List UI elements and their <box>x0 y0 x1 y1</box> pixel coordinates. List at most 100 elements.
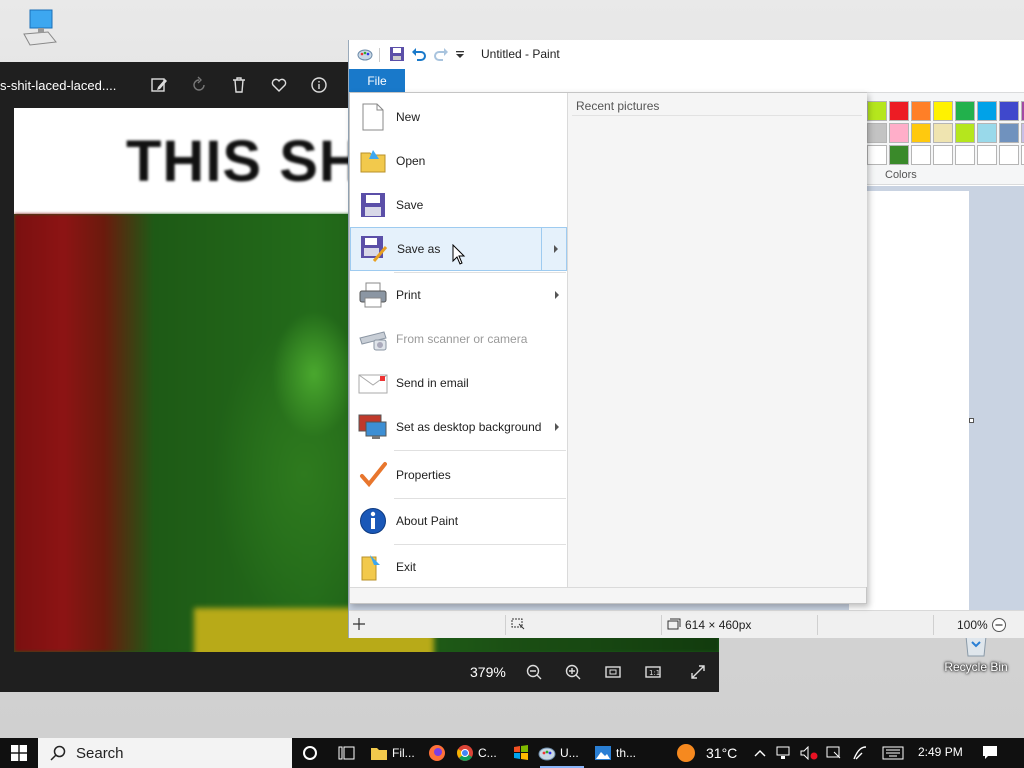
color-swatch[interactable] <box>955 101 975 121</box>
keyboard-icon[interactable] <box>882 738 906 768</box>
menu-item-new[interactable]: New <box>350 95 567 139</box>
color-swatch[interactable] <box>999 145 1019 165</box>
color-swatch[interactable] <box>977 101 997 121</box>
color-swatch[interactable] <box>867 145 887 165</box>
task-view-icon[interactable] <box>338 738 358 768</box>
color-swatch[interactable] <box>889 145 909 165</box>
taskbar-app-photos[interactable]: th... <box>594 738 644 768</box>
redo-icon[interactable] <box>433 46 449 62</box>
submenu-arrow-icon[interactable] <box>554 245 558 253</box>
network-icon[interactable] <box>776 738 794 768</box>
zoom-in-icon[interactable] <box>563 662 583 682</box>
taskbar-app-file-explorer[interactable]: Fil... <box>370 738 420 768</box>
info-icon[interactable] <box>308 74 330 96</box>
menu-item-print[interactable]: Print <box>350 273 567 317</box>
cursor-position-icon <box>353 618 365 633</box>
edit-icon[interactable] <box>148 74 170 96</box>
rotate-icon[interactable] <box>188 74 210 96</box>
taskbar-search[interactable]: Search <box>38 738 292 768</box>
customize-toolbar-icon[interactable] <box>455 49 471 65</box>
color-swatch[interactable] <box>911 123 931 143</box>
weather-temperature[interactable]: 31°C <box>706 745 737 761</box>
color-swatch[interactable] <box>933 101 953 121</box>
new-file-icon <box>358 102 388 132</box>
paint-app-icon[interactable] <box>357 46 373 62</box>
menu-item-save[interactable]: Save <box>350 183 567 227</box>
menu-item-from-scanner-or-camera: From scanner or camera <box>350 317 567 361</box>
taskbar-app-label: Fil... <box>392 746 415 760</box>
color-swatch[interactable] <box>999 123 1019 143</box>
menu-item-label: New <box>396 110 421 124</box>
weather-icon[interactable] <box>676 738 698 768</box>
zoom-out-icon[interactable] <box>524 662 544 682</box>
desktop-background-icon <box>358 412 388 442</box>
search-placeholder: Search <box>76 745 124 762</box>
color-swatch[interactable] <box>977 123 997 143</box>
screen-clip-icon[interactable] <box>826 738 844 768</box>
file-menu-commands: New Open Save Save as Print From scanner or c… <box>350 93 567 587</box>
color-palette <box>867 101 1024 165</box>
tab-file[interactable]: File <box>349 69 405 93</box>
submenu-arrow-icon[interactable] <box>555 291 559 299</box>
photos-icon <box>594 745 612 761</box>
clock[interactable]: 2:49 PM <box>918 745 963 759</box>
actual-size-icon[interactable]: 1:1 <box>643 662 663 682</box>
color-swatch[interactable] <box>933 145 953 165</box>
favorite-icon[interactable] <box>268 74 290 96</box>
menu-item-label: Exit <box>396 560 417 574</box>
delete-icon[interactable] <box>228 74 250 96</box>
notifications-icon[interactable] <box>982 738 1002 768</box>
taskbar-app-paint[interactable]: U... <box>538 738 586 768</box>
color-swatch[interactable] <box>889 101 909 121</box>
task-view-button[interactable] <box>302 738 322 768</box>
exit-icon <box>358 552 388 582</box>
zoom-level: 379% <box>470 664 506 680</box>
start-button[interactable] <box>0 738 38 768</box>
submenu-arrow-icon[interactable] <box>555 423 559 431</box>
mouse-cursor-icon <box>452 244 466 265</box>
taskbar-app-chrome[interactable]: C... <box>456 738 506 768</box>
color-swatch[interactable] <box>955 145 975 165</box>
fit-to-window-icon[interactable] <box>603 662 623 682</box>
menu-item-open[interactable]: Open <box>350 139 567 183</box>
taskbar-app-firefox[interactable] <box>428 738 450 768</box>
canvas-resize-handle[interactable] <box>969 418 974 423</box>
chrome-icon <box>456 744 474 762</box>
menu-item-label: Send in email <box>396 376 469 390</box>
color-swatch[interactable] <box>911 101 931 121</box>
taskbar-app-windows-store[interactable] <box>512 738 534 768</box>
file-explorer-icon <box>370 745 388 761</box>
color-swatch[interactable] <box>911 145 931 165</box>
recycle-bin[interactable]: Recycle Bin <box>936 636 1016 674</box>
pen-workspace-icon[interactable] <box>852 738 870 768</box>
color-swatch[interactable] <box>999 101 1019 121</box>
menu-item-label: Set as desktop background <box>396 420 542 434</box>
fullscreen-icon[interactable] <box>688 662 708 682</box>
taskbar-app-label: U... <box>560 746 579 760</box>
menu-item-send-in-email[interactable]: Send in email <box>350 361 567 405</box>
color-swatch[interactable] <box>933 123 953 143</box>
undo-icon[interactable] <box>411 46 427 62</box>
printer-icon <box>358 280 388 310</box>
menu-item-set-as-desktop-background[interactable]: Set as desktop background <box>350 405 567 449</box>
menu-item-exit[interactable]: Exit <box>350 545 567 589</box>
volume-muted-icon[interactable] <box>800 738 818 768</box>
this-pc-icon[interactable] <box>16 8 64 58</box>
menu-item-about-paint[interactable]: About Paint <box>350 499 567 543</box>
zoom-out-button[interactable] <box>991 617 1007 636</box>
windows-store-icon <box>512 744 530 762</box>
taskbar: Search Fil... C... U... th... 31°C 2:49 PM <box>0 738 1024 768</box>
color-swatch[interactable] <box>889 123 909 143</box>
menu-item-label: Open <box>396 154 426 168</box>
menu-item-label: About Paint <box>396 514 459 528</box>
color-swatch[interactable] <box>977 145 997 165</box>
color-swatch[interactable] <box>867 123 887 143</box>
drawing-canvas[interactable] <box>849 191 969 610</box>
color-swatch[interactable] <box>955 123 975 143</box>
quick-save-icon[interactable] <box>389 46 405 62</box>
colors-label: Colors <box>885 169 917 181</box>
menu-item-properties[interactable]: Properties <box>350 453 567 497</box>
photos-zoom-bar: 379% 1:1 <box>0 652 719 692</box>
color-swatch[interactable] <box>867 101 887 121</box>
show-hidden-icons-icon[interactable] <box>754 738 768 768</box>
